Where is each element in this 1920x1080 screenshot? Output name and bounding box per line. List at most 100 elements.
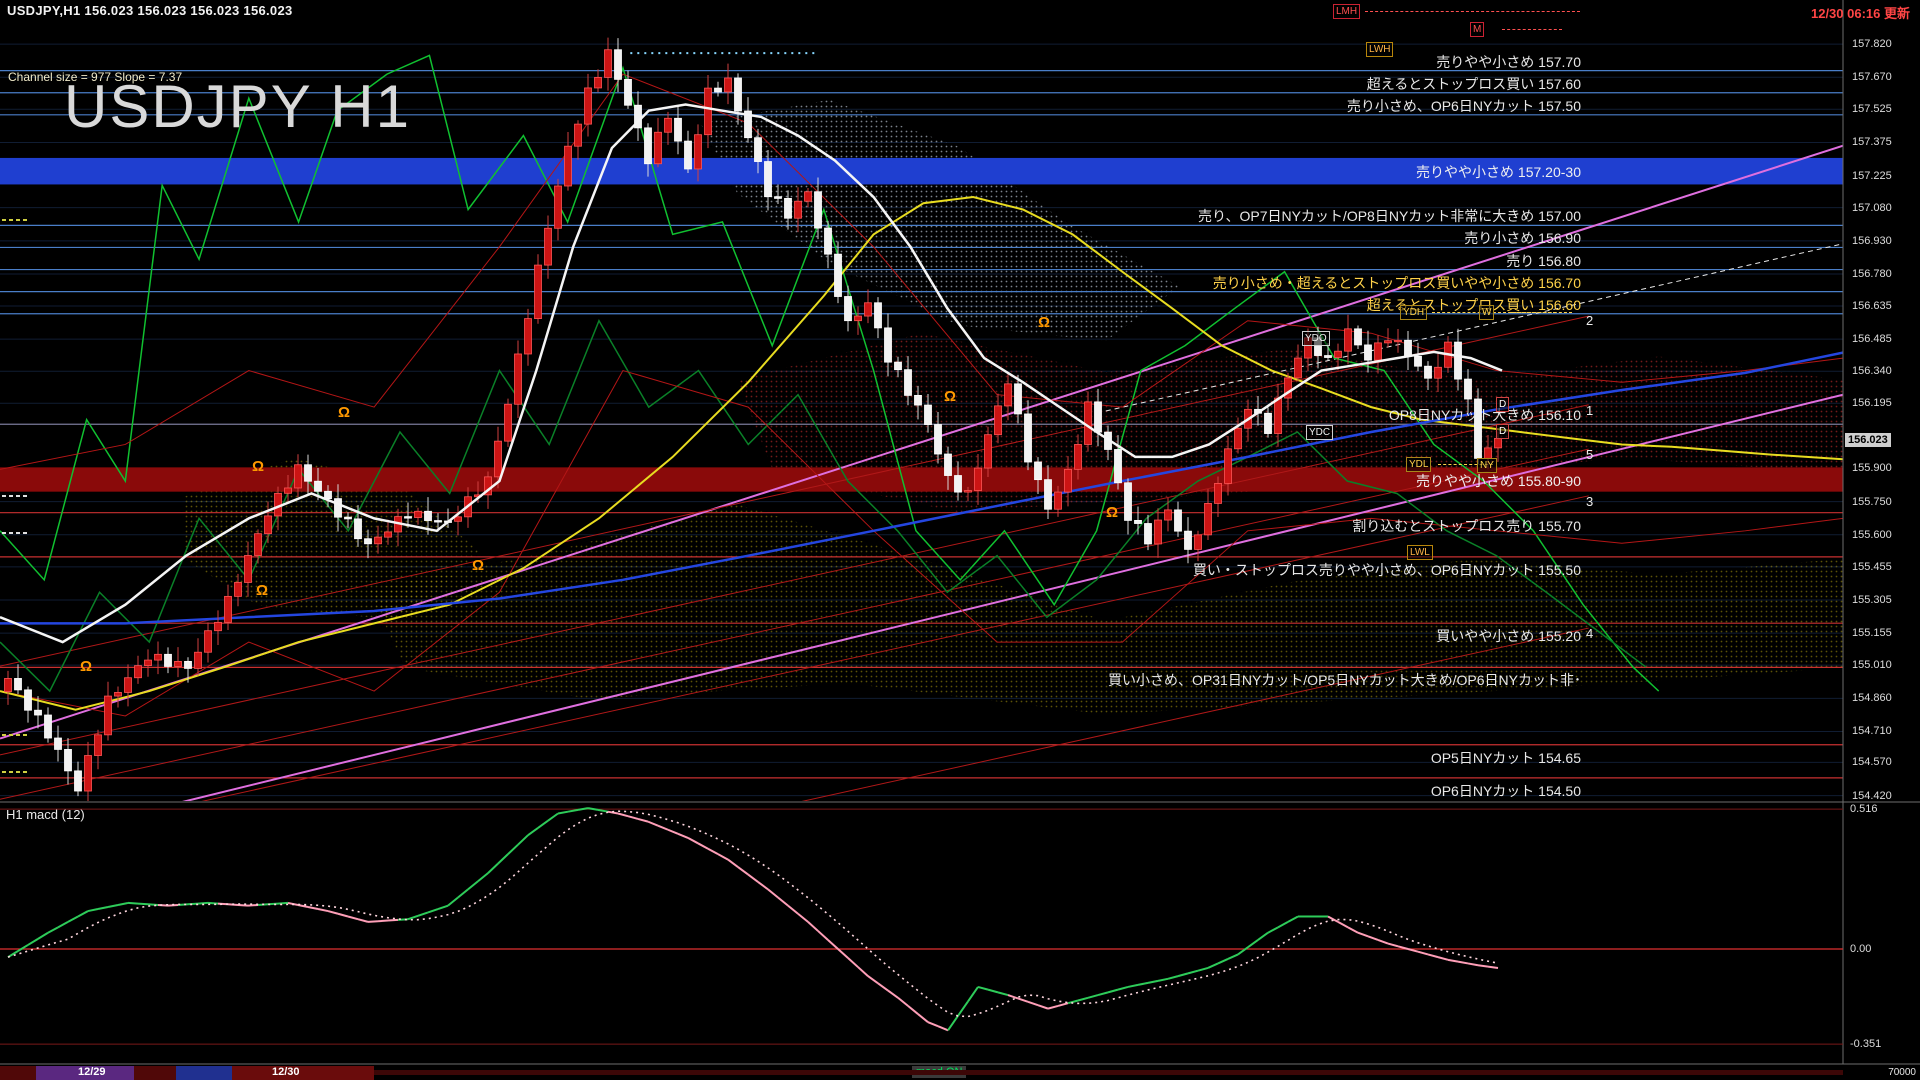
macd-line-segment — [28, 939, 38, 945]
candle-body — [615, 50, 622, 80]
macd-line-segment — [418, 912, 428, 915]
macd-line-segment — [568, 810, 578, 812]
candle-body — [185, 661, 192, 668]
price-axis-tick: 155.305 — [1852, 594, 1892, 606]
price-axis-tick: 155.010 — [1852, 659, 1892, 671]
macd-line-segment — [358, 919, 368, 922]
candle-body — [1355, 329, 1362, 345]
candle-body — [835, 254, 842, 296]
macd-line-segment — [528, 828, 538, 835]
macd-line-segment — [1238, 947, 1248, 954]
macd-line-segment — [838, 949, 848, 958]
marker-dash-line — [1365, 11, 1580, 12]
macd-line-segment — [1058, 1003, 1068, 1006]
candle-body — [625, 79, 632, 105]
candle-body — [685, 141, 692, 169]
macd-line-segment — [1088, 995, 1098, 998]
price-axis-tick: 154.420 — [1852, 790, 1892, 802]
macd-line-segment — [1148, 981, 1158, 983]
macd-line-segment — [548, 814, 558, 821]
macd-line-segment — [1178, 973, 1188, 976]
macd-line-segment — [518, 835, 528, 844]
footer-date-label: 12/30 — [272, 1066, 300, 1078]
price-chart-canvas[interactable] — [0, 0, 1920, 1080]
macd-line-segment — [1488, 967, 1498, 968]
price-axis-tick: 154.860 — [1852, 692, 1892, 704]
macd-line-segment — [1188, 971, 1198, 974]
marker-ydc: YDC — [1306, 425, 1333, 440]
candle-body — [1335, 351, 1342, 357]
candle-body — [1155, 520, 1162, 544]
candle-body — [1205, 503, 1212, 534]
macd-line-segment — [458, 889, 468, 897]
candle-body — [205, 631, 212, 653]
macd-line-segment — [1258, 933, 1268, 940]
macd-axis-tick: 0.516 — [1850, 803, 1878, 815]
macd-line-segment — [488, 864, 498, 873]
macd-line-segment — [918, 1014, 928, 1022]
candle-body — [335, 499, 342, 518]
macd-line-segment — [1168, 976, 1178, 979]
macd-line-segment — [108, 905, 118, 907]
macd-line-segment — [88, 909, 98, 911]
candle-body — [805, 192, 812, 201]
candle-body — [885, 328, 892, 362]
candle-body — [535, 265, 542, 319]
candle-body — [955, 476, 962, 493]
candle-body — [515, 354, 522, 404]
price-axis-tick: 156.340 — [1852, 365, 1892, 377]
macd-line-segment — [748, 874, 758, 881]
price-axis-tick: 157.820 — [1852, 38, 1892, 50]
macd-line-segment — [368, 921, 378, 922]
candle-body — [985, 435, 992, 468]
candle-body — [1065, 469, 1072, 492]
candle-body — [995, 406, 1002, 435]
macd-line-segment — [328, 911, 338, 914]
candle-body — [665, 118, 672, 132]
level-label: 売り 156.80 — [1506, 251, 1581, 271]
candle-body — [375, 537, 382, 544]
marker-dash-line — [1511, 312, 1556, 313]
candle-body — [845, 297, 852, 321]
candle-body — [1265, 413, 1272, 433]
candle-body — [1145, 524, 1152, 544]
candle-body — [415, 511, 422, 517]
candle-body — [785, 198, 792, 218]
candle-body — [1275, 398, 1282, 433]
macd-line-segment — [798, 914, 808, 922]
macd-line-segment — [1278, 922, 1288, 927]
candle-body — [1015, 384, 1022, 414]
price-axis-tick: 157.525 — [1852, 103, 1892, 115]
level-label: 買いやや小さめ 155.20 — [1436, 626, 1581, 646]
candle-body — [695, 135, 702, 169]
macd-line-segment — [768, 889, 778, 897]
candle-body — [285, 488, 292, 493]
candle-body — [5, 678, 12, 691]
candle-body — [195, 652, 202, 668]
candle-body — [1325, 356, 1332, 358]
macd-line-segment — [868, 976, 878, 983]
macd-line-segment — [1208, 963, 1218, 968]
candle-body — [1345, 329, 1352, 351]
candle-body — [1005, 384, 1012, 406]
macd-line-segment — [758, 882, 768, 889]
cloud-white-dotted — [700, 100, 1179, 341]
candle-body — [975, 468, 982, 490]
candle-body — [715, 88, 722, 92]
candle-body — [725, 78, 732, 92]
candle-body — [1455, 342, 1462, 379]
marker-ydh: YDH — [1400, 305, 1427, 320]
candle-body — [735, 78, 742, 111]
omega-marker-icon: Ω — [252, 458, 264, 475]
footer-period-segment — [0, 1066, 36, 1080]
volume-scale-label: 70000 — [1888, 1067, 1916, 1078]
price-axis-tick: 155.600 — [1852, 529, 1892, 541]
price-axis-tick: 155.750 — [1852, 496, 1892, 508]
candle-body — [425, 511, 432, 520]
macd-line-segment — [1268, 927, 1278, 932]
omega-marker-icon: Ω — [1106, 504, 1118, 521]
marker-ydl: YDL — [1406, 457, 1431, 472]
candle-body — [75, 771, 82, 791]
candle-body — [865, 303, 872, 316]
candle-body — [45, 715, 52, 738]
